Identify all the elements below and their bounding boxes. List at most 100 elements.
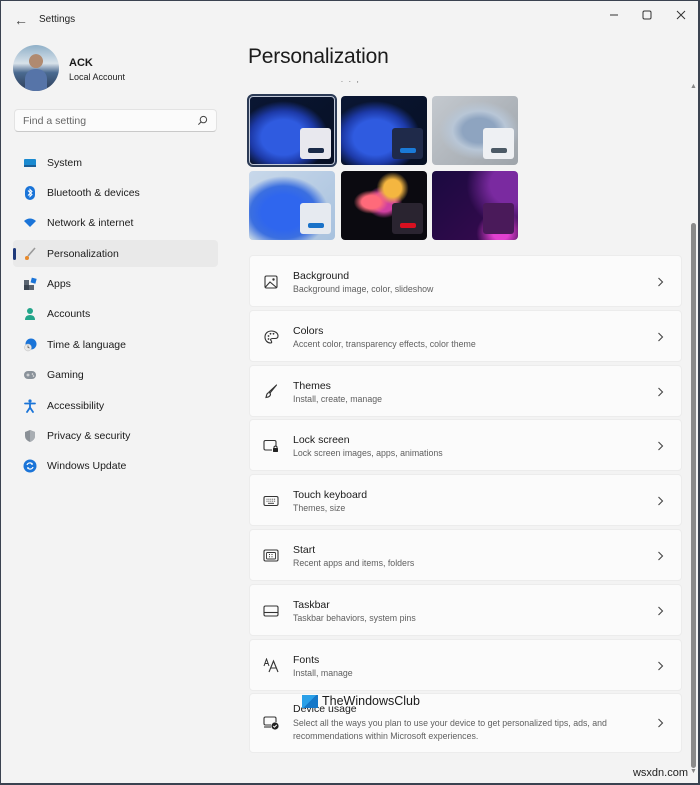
globe-clock-icon: [22, 337, 38, 353]
sidebar-item-system[interactable]: System: [13, 149, 218, 176]
person-icon: [22, 306, 38, 322]
card-subtitle: Recent apps and items, folders: [293, 557, 415, 568]
scroll-up-arrow-icon[interactable]: ▲: [690, 83, 697, 90]
sidebar-item-accounts[interactable]: Accounts: [13, 301, 218, 328]
card-fonts[interactable]: Fonts Install, manage: [249, 638, 682, 691]
device-usage-icon: [262, 714, 280, 732]
sidebar-item-label: Privacy & security: [47, 430, 131, 443]
card-touch-keyboard[interactable]: Touch keyboard Themes, size: [249, 474, 682, 527]
apps-icon: [22, 276, 38, 292]
chevron-right-icon: [655, 604, 665, 618]
profile-name: ACK: [69, 57, 93, 69]
theme-color-chip: [483, 128, 514, 159]
brush-icon: [22, 246, 38, 262]
card-subtitle: Install, create, manage: [293, 393, 382, 404]
settings-list: Background Background image, color, slid…: [249, 255, 682, 756]
theme-color-chip: [300, 203, 331, 234]
card-subtitle: Install, manage: [293, 667, 353, 678]
avatar[interactable]: [13, 45, 59, 91]
theme-color-chip: [392, 128, 423, 159]
theme-thumbnail[interactable]: [341, 96, 427, 165]
sidebar-item-label: Bluetooth & devices: [47, 186, 140, 199]
chevron-right-icon: [655, 716, 665, 730]
sidebar-item-bluetooth[interactable]: Bluetooth & devices: [13, 179, 218, 206]
watermark-brand: TheWindowsClub: [302, 694, 420, 708]
card-subtitle: Select all the ways you plan to use your…: [293, 718, 607, 741]
app-title: Settings: [39, 14, 76, 25]
close-icon: [676, 10, 686, 20]
theme-thumbnail[interactable]: [341, 171, 427, 240]
sidebar-item-gaming[interactable]: Gaming: [13, 362, 218, 389]
chevron-right-icon: [655, 385, 665, 399]
sidebar-item-label: Network & internet: [47, 217, 134, 230]
card-subtitle: Background image, color, slideshow: [293, 284, 434, 294]
chevron-right-icon: [655, 439, 665, 453]
search-box[interactable]: [14, 109, 217, 132]
sidebar-item-personalization[interactable]: Personalization: [13, 240, 218, 268]
card-subtitle: Lock screen images, apps, animations: [293, 448, 443, 459]
card-title: Lock screen: [293, 434, 350, 447]
card-title: Touch keyboard: [293, 489, 368, 502]
minimize-button[interactable]: [597, 5, 631, 25]
sidebar-item-label: System: [47, 156, 83, 169]
card-title: Background: [293, 270, 350, 282]
update-icon: [22, 458, 38, 474]
search-input[interactable]: [23, 114, 197, 127]
card-background[interactable]: Background Background image, color, slid…: [249, 255, 682, 307]
sidebar-item-label: Apps: [47, 278, 71, 291]
back-arrow-icon: ←: [14, 12, 28, 28]
card-colors[interactable]: Colors Accent color, transparency effect…: [249, 309, 682, 362]
sidebar-item-time-language[interactable]: Time & language: [13, 331, 218, 358]
windows-club-logo-icon: [302, 694, 318, 708]
sidebar-item-label: Gaming: [47, 369, 84, 382]
minimize-icon: [610, 14, 618, 16]
maximize-button[interactable]: [630, 5, 664, 25]
sidebar-item-privacy-security[interactable]: Privacy & security: [13, 423, 218, 450]
theme-thumbnail[interactable]: [432, 96, 518, 165]
card-subtitle: Accent color, transparency effects, colo…: [293, 338, 476, 349]
theme-thumbnail[interactable]: [249, 171, 335, 240]
chevron-right-icon: [655, 494, 665, 508]
chevron-right-icon: [655, 330, 665, 344]
maximize-icon: [642, 10, 652, 20]
wifi-icon: [22, 215, 38, 231]
watermark-brand-text: TheWindowsClub: [322, 694, 420, 708]
watermark-site: wsxdn.com: [632, 767, 688, 779]
card-title: Colors: [293, 324, 324, 337]
scroll-down-arrow-icon[interactable]: ▼: [690, 768, 697, 775]
shield-icon: [22, 428, 38, 444]
card-lock-screen[interactable]: Lock screen Lock screen images, apps, an…: [249, 419, 682, 472]
back-button[interactable]: ←: [11, 10, 31, 30]
accessibility-icon: [22, 398, 38, 414]
sidebar-item-network[interactable]: Network & internet: [13, 210, 218, 237]
card-subtitle: Taskbar behaviors, system pins: [293, 612, 416, 623]
settings-window: ← Settings ACK Local Account System: [1, 1, 698, 783]
fonts-icon: [262, 657, 280, 675]
profile-account-type: Local Account: [69, 72, 126, 82]
theme-color-chip: [300, 128, 331, 159]
sidebar-item-label: Windows Update: [47, 460, 127, 473]
theme-thumbnail[interactable]: [247, 94, 337, 167]
theme-color-chip: [483, 203, 514, 234]
lock-screen-icon: [262, 437, 280, 455]
card-title: Taskbar: [293, 598, 330, 611]
theme-color-chip: [392, 203, 423, 234]
sidebar-nav: System Bluetooth & devices Network & int…: [13, 149, 218, 483]
sidebar-item-accessibility[interactable]: Accessibility: [13, 392, 218, 419]
sidebar-item-windows-update[interactable]: Windows Update: [13, 453, 218, 480]
keyboard-icon: [262, 492, 280, 510]
search-icon[interactable]: [197, 115, 208, 127]
close-button[interactable]: [664, 5, 698, 25]
image-icon: [262, 273, 280, 291]
sidebar-item-label: Time & language: [47, 338, 126, 351]
taskbar-icon: [262, 602, 280, 620]
scrollbar[interactable]: ▲ ▼: [689, 83, 698, 783]
card-title: Themes: [293, 379, 331, 392]
theme-thumbnail[interactable]: [432, 171, 518, 240]
card-taskbar[interactable]: Taskbar Taskbar behaviors, system pins: [249, 583, 682, 636]
card-themes[interactable]: Themes Install, create, manage: [249, 364, 682, 417]
scrollbar-thumb[interactable]: [691, 223, 696, 768]
gamepad-icon: [22, 367, 38, 383]
card-start[interactable]: Start Recent apps and items, folders: [249, 528, 682, 581]
sidebar-item-apps[interactable]: Apps: [13, 271, 218, 298]
